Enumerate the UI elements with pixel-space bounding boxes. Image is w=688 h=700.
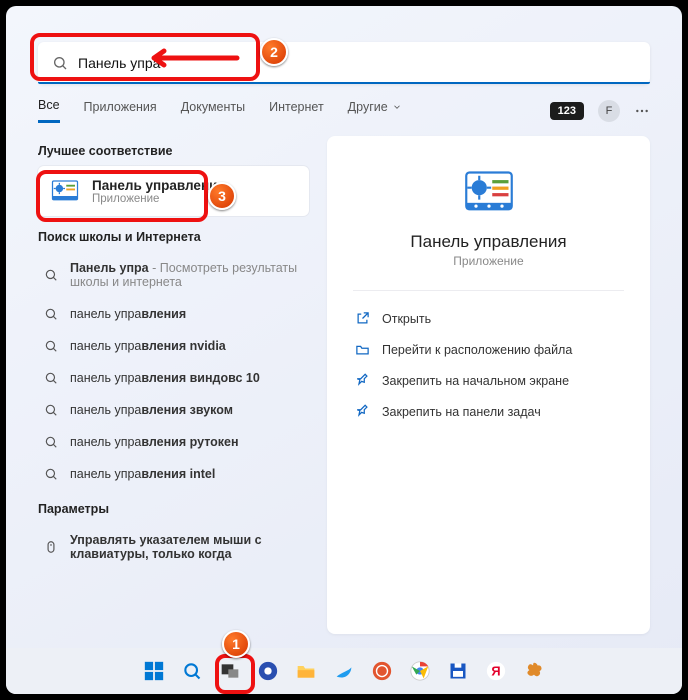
search-icon (44, 371, 58, 385)
preview-app-icon (463, 166, 515, 218)
settings-heading: Параметры (38, 502, 309, 516)
suggestion-label: панель управления виндовс 10 (70, 371, 260, 385)
pin-icon (355, 404, 370, 419)
best-match-heading: Лучшее соответствие (38, 144, 309, 158)
suggestion-label: Панель упра - Посмотреть результаты школ… (70, 261, 303, 289)
taskbar-search-icon[interactable] (178, 657, 206, 685)
suggestion-label: панель управления звуком (70, 403, 233, 417)
preview-title: Панель управления (353, 232, 624, 252)
suggestion-5[interactable]: панель управления рутокен (38, 426, 309, 458)
search-icon (44, 268, 58, 282)
annotation-2: 2 (260, 38, 288, 66)
open-icon (355, 311, 370, 326)
divider (353, 290, 624, 291)
folder-icon (355, 342, 370, 357)
web-heading: Поиск школы и Интернета (38, 230, 309, 244)
taskbar-app-icon[interactable] (520, 657, 548, 685)
chevron-down-icon (392, 102, 402, 112)
action-label: Открыть (382, 312, 431, 326)
search-underline (38, 82, 650, 84)
svg-text:Я: Я (491, 664, 500, 679)
taskbar-app-icon[interactable] (330, 657, 358, 685)
suggestion-3[interactable]: панель управления виндовс 10 (38, 362, 309, 394)
more-icon[interactable] (634, 103, 650, 119)
action-label: Закрепить на начальном экране (382, 374, 569, 388)
annotation-1: 1 (222, 630, 250, 658)
taskbar-explorer-icon[interactable] (292, 657, 320, 685)
tab-all[interactable]: Все (38, 98, 60, 123)
suggestion-label: панель управления (70, 307, 186, 321)
search-icon (52, 55, 68, 71)
best-match-title: Панель управления (92, 178, 225, 193)
badge-123[interactable]: 123 (550, 102, 584, 120)
pin-icon (355, 373, 370, 388)
action-pin-taskbar[interactable]: Закрепить на панели задач (353, 396, 624, 427)
taskbar-chrome-icon[interactable] (406, 657, 434, 685)
action-open[interactable]: Открыть (353, 303, 624, 334)
taskbar-taskview-icon[interactable] (216, 657, 244, 685)
best-match-card[interactable]: Панель управления Приложение (38, 166, 309, 216)
taskbar-yandex-icon[interactable]: Я (482, 657, 510, 685)
suggestion-4[interactable]: панель управления звуком (38, 394, 309, 426)
tab-more[interactable]: Другие (348, 100, 402, 122)
best-match-subtitle: Приложение (92, 193, 225, 205)
results-column: Лучшее соответствие Панель управления Пр… (38, 136, 309, 634)
annotation-3: 3 (208, 182, 236, 210)
action-pin-start[interactable]: Закрепить на начальном экране (353, 365, 624, 396)
preview-panel: Панель управления Приложение Открыть Пер… (327, 136, 650, 634)
annotation-arrow (142, 48, 242, 68)
search-field[interactable] (38, 42, 650, 84)
window-frame: Все Приложения Документы Интернет Другие… (6, 6, 682, 694)
action-label: Перейти к расположению файла (382, 343, 572, 357)
taskbar-app-icon[interactable] (254, 657, 282, 685)
suggestion-label: панель управления intel (70, 467, 215, 481)
filter-tabs: Все Приложения Документы Интернет Другие… (38, 98, 650, 123)
suggestion-label: панель управления nvidia (70, 339, 226, 353)
taskbar: Я (6, 648, 682, 694)
suggestion-1[interactable]: панель управления (38, 298, 309, 330)
suggestion-0[interactable]: Панель упра - Посмотреть результаты школ… (38, 252, 309, 298)
settings-item[interactable]: Управлять указателем мыши с клавиатуры, … (38, 524, 309, 570)
search-icon (44, 307, 58, 321)
search-icon (44, 435, 58, 449)
suggestion-label: панель управления рутокен (70, 435, 239, 449)
search-icon (44, 467, 58, 481)
tab-documents[interactable]: Документы (181, 100, 245, 122)
taskbar-save-icon[interactable] (444, 657, 472, 685)
tab-internet[interactable]: Интернет (269, 100, 324, 122)
taskbar-app-icon[interactable] (368, 657, 396, 685)
preview-subtitle: Приложение (353, 254, 624, 268)
avatar[interactable]: F (598, 100, 620, 122)
search-icon (44, 339, 58, 353)
suggestion-2[interactable]: панель управления nvidia (38, 330, 309, 362)
settings-label: Управлять указателем мыши с клавиатуры, … (70, 533, 303, 561)
action-file-location[interactable]: Перейти к расположению файла (353, 334, 624, 365)
control-panel-icon (50, 176, 80, 206)
search-icon (44, 403, 58, 417)
suggestion-6[interactable]: панель управления intel (38, 458, 309, 490)
taskbar-start-icon[interactable] (140, 657, 168, 685)
tab-apps[interactable]: Приложения (84, 100, 157, 122)
mouse-icon (44, 540, 58, 554)
action-label: Закрепить на панели задач (382, 405, 541, 419)
